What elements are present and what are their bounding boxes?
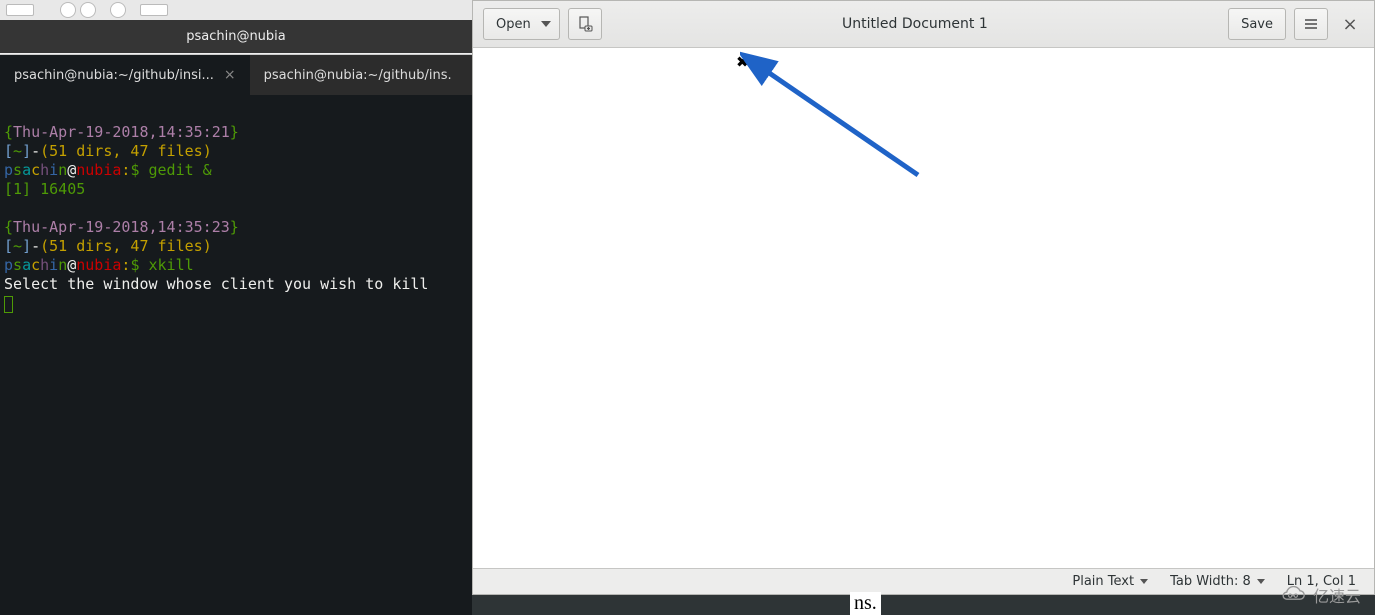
close-icon[interactable]: × bbox=[224, 67, 236, 83]
browser-tab-stub[interactable] bbox=[6, 4, 34, 16]
nav-button[interactable] bbox=[60, 2, 76, 18]
xkill-message: Select the window whose client you wish … bbox=[4, 275, 428, 293]
tab-width-label: Tab Width: 8 bbox=[1170, 574, 1251, 589]
prompt-timestamp: Thu-Apr-19-2018,14:35:23 bbox=[13, 218, 230, 236]
tab-width-selector[interactable]: Tab Width: 8 bbox=[1170, 574, 1265, 589]
open-button[interactable]: Open bbox=[483, 8, 560, 40]
prompt-stats: 51 dirs, 47 files bbox=[49, 142, 203, 160]
terminal-tab[interactable]: psachin@nubia:~/github/ins. bbox=[250, 55, 466, 95]
open-button-label: Open bbox=[496, 17, 531, 32]
stray-text: ns. bbox=[850, 592, 881, 615]
gedit-headerbar: Open Untitled Document 1 Save × bbox=[473, 1, 1374, 48]
terminal-tab-label: psachin@nubia:~/github/insi... bbox=[14, 68, 214, 83]
prompt-hostname: nubia bbox=[76, 161, 121, 179]
terminal-body[interactable]: {Thu-Apr-19-2018,14:35:21} [~]-(51 dirs,… bbox=[0, 95, 472, 317]
document-new-icon bbox=[577, 16, 593, 32]
save-button[interactable]: Save bbox=[1228, 8, 1286, 40]
new-document-button[interactable] bbox=[568, 8, 602, 40]
chevron-down-icon bbox=[1140, 579, 1148, 584]
prompt-stats: 51 dirs, 47 files bbox=[49, 237, 203, 255]
terminal-title: psachin@nubia bbox=[186, 29, 286, 44]
gedit-window: Open Untitled Document 1 Save × bbox=[472, 0, 1375, 595]
terminal-tab-bar: psachin@nubia:~/github/insi... × psachin… bbox=[0, 55, 472, 95]
gedit-text-area[interactable] bbox=[473, 48, 1374, 568]
prompt-timestamp: Thu-Apr-19-2018,14:35:21 bbox=[13, 123, 230, 141]
browser-tabbar bbox=[0, 0, 472, 20]
terminal-titlebar: psachin@nubia bbox=[0, 20, 472, 53]
nav-button[interactable] bbox=[80, 2, 96, 18]
hamburger-icon bbox=[1304, 18, 1318, 30]
terminal-tab-label: psachin@nubia:~/github/ins. bbox=[264, 68, 452, 83]
browser-fragment: psachin@nubia bbox=[0, 0, 472, 55]
hamburger-menu-button[interactable] bbox=[1294, 8, 1328, 40]
save-button-label: Save bbox=[1241, 17, 1273, 32]
watermark: 亿速云 bbox=[1279, 583, 1361, 607]
terminal-tab[interactable]: psachin@nubia:~/github/insi... × bbox=[0, 55, 250, 95]
prompt-hostname: nubia bbox=[76, 256, 121, 274]
job-id: [1] bbox=[4, 180, 31, 198]
gedit-title: Untitled Document 1 bbox=[610, 16, 1220, 32]
reload-button[interactable] bbox=[110, 2, 126, 18]
url-stub[interactable] bbox=[140, 4, 168, 16]
terminal-cursor bbox=[4, 296, 13, 313]
close-button[interactable]: × bbox=[1336, 10, 1364, 38]
close-icon: × bbox=[1342, 14, 1357, 35]
typed-command: xkill bbox=[149, 256, 194, 274]
language-selector[interactable]: Plain Text bbox=[1072, 574, 1148, 589]
gedit-statusbar: Plain Text Tab Width: 8 Ln 1, Col 1 bbox=[473, 568, 1374, 594]
watermark-text: 亿速云 bbox=[1313, 583, 1361, 607]
chevron-down-icon bbox=[1257, 579, 1265, 584]
terminal-window: psachin@nubia:~/github/insi... × psachin… bbox=[0, 55, 472, 615]
cloud-icon bbox=[1279, 586, 1307, 604]
typed-command: gedit & bbox=[149, 161, 212, 179]
job-pid: 16405 bbox=[40, 180, 85, 198]
chevron-down-icon bbox=[541, 21, 551, 27]
language-label: Plain Text bbox=[1072, 574, 1134, 589]
